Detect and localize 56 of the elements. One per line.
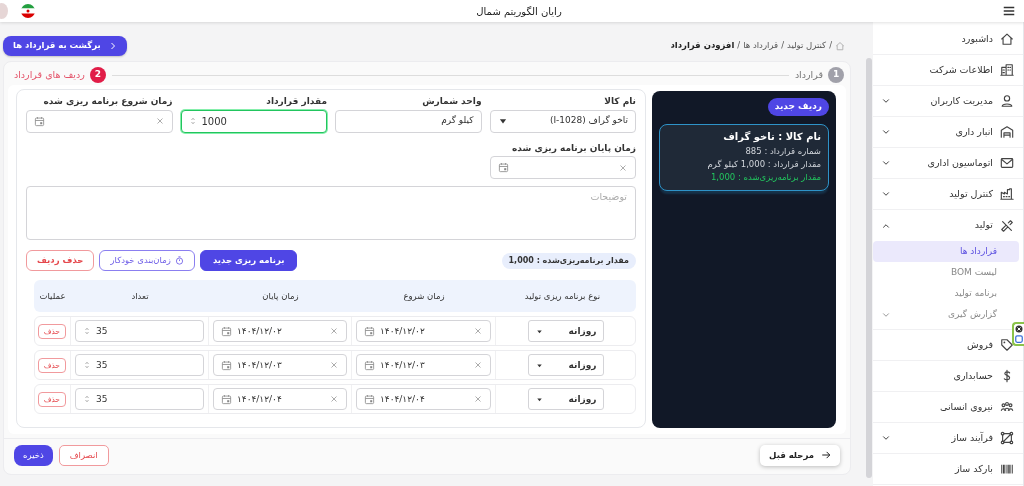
column-header: تعداد bbox=[130, 290, 150, 302]
field-label: نام کالا bbox=[603, 96, 636, 108]
field-label: زمان شروع برنامه ریزی شده bbox=[42, 96, 173, 108]
column-header: عملیات bbox=[38, 290, 67, 302]
plan-type-select[interactable]: روزانه bbox=[527, 354, 604, 377]
breadcrumb-link[interactable]: قرارداد ها bbox=[743, 40, 779, 52]
start-date-field[interactable]: ۱۴۰۴/۱۲/۰۴ bbox=[356, 388, 491, 411]
breadcrumb-separator: / bbox=[829, 40, 832, 52]
count-field[interactable]: 35 bbox=[75, 388, 204, 411]
cancel-button[interactable]: انصراف bbox=[58, 444, 109, 466]
app-title: رایان الگوریتم شمال bbox=[476, 4, 562, 18]
start-date-field[interactable]: ۱۴۰۴/۱۲/۰۳ bbox=[356, 354, 491, 377]
column-header: زمان شروع bbox=[402, 290, 446, 302]
end-date-field[interactable]: ۱۴۰۴/۱۲/۰۳ bbox=[213, 354, 347, 377]
previous-step-button[interactable]: مرحله قبل bbox=[760, 444, 840, 466]
planned-amount: مقدار برنامه‌ریزی‌شده : 1,000 bbox=[709, 171, 821, 183]
field-label: واحد شمارش bbox=[421, 96, 482, 108]
count-field[interactable]: 35 bbox=[75, 354, 204, 377]
plan-type-select[interactable]: روزانه bbox=[527, 388, 604, 411]
column-header: زمان پایان bbox=[261, 290, 300, 302]
unit-field[interactable]: کیلو گرم bbox=[335, 109, 482, 133]
step-label[interactable]: قرارداد bbox=[794, 68, 823, 82]
delete-row-button[interactable]: حذف ردیف bbox=[26, 250, 95, 272]
sidebar-subitem[interactable]: برنامه تولید bbox=[873, 283, 1019, 304]
end-date-field[interactable]: ۱۴۰۴/۱۲/۰۴ bbox=[213, 388, 347, 411]
amount-field[interactable]: 1000 bbox=[180, 109, 327, 133]
planned-badge: مقدار برنامه‌ریزی‌شده : 1,000 bbox=[501, 252, 636, 270]
contract-row-detail: شماره قرارداد : 885 bbox=[744, 145, 821, 157]
plan-type-select[interactable]: روزانه bbox=[527, 320, 604, 343]
save-button[interactable]: ذخیره bbox=[14, 444, 53, 466]
back-button[interactable]: برگشت به قرارداد ها bbox=[3, 36, 127, 56]
end-date-field[interactable]: ۱۴۰۴/۱۲/۰۲ bbox=[213, 320, 347, 343]
step-number: 1 bbox=[828, 67, 844, 83]
sidebar-subitem[interactable]: قرارداد ها bbox=[873, 241, 1019, 262]
auto-schedule-button[interactable]: زمان‌بندی خودکار bbox=[99, 250, 195, 272]
notes-field[interactable]: توضیحات bbox=[26, 186, 636, 241]
breadcrumb-separator: / bbox=[737, 40, 741, 52]
new-row-badge[interactable]: ردیف جدید bbox=[767, 98, 829, 116]
field-label: مقدار قرارداد bbox=[265, 96, 327, 108]
contract-row-card[interactable]: نام کالا : تاخو گراف شماره قرارداد : 885 مقدار قرارداد : 1,000 کیلو گرم مقدار برنامه‌ریزی‌شده : 1,000 bbox=[659, 123, 829, 191]
field-label: زمان پایان برنامه ریزی شده bbox=[510, 142, 636, 155]
contract-row-detail: مقدار قرارداد : 1,000 کیلو گرم bbox=[706, 158, 821, 170]
step-number: 2 bbox=[89, 67, 106, 83]
breadcrumb-link[interactable]: کنترل تولید bbox=[787, 40, 827, 52]
count-field[interactable]: 35 bbox=[75, 320, 204, 343]
start-date-field[interactable]: ۱۴۰۴/۱۲/۰۲ bbox=[356, 320, 491, 343]
column-header: نوع برنامه ریزی تولید bbox=[523, 290, 601, 302]
product-select[interactable]: تاخو گراف (I-1028) bbox=[489, 109, 636, 133]
breadcrumb-separator: / bbox=[781, 40, 784, 52]
contract-row-title: نام کالا : تاخو گراف bbox=[722, 129, 821, 143]
sidebar-subitem[interactable]: گزارش گیری bbox=[873, 304, 1019, 325]
sidebar-subitem[interactable]: لیست BOM bbox=[873, 262, 1019, 283]
new-plan-button[interactable]: برنامه ریزی جدید bbox=[199, 250, 298, 272]
step-label[interactable]: ردیف های قرارداد bbox=[14, 68, 85, 82]
breadcrumb-current: افزودن قرارداد bbox=[670, 40, 735, 52]
sidebar-item[interactable]: تولید bbox=[873, 210, 1023, 241]
